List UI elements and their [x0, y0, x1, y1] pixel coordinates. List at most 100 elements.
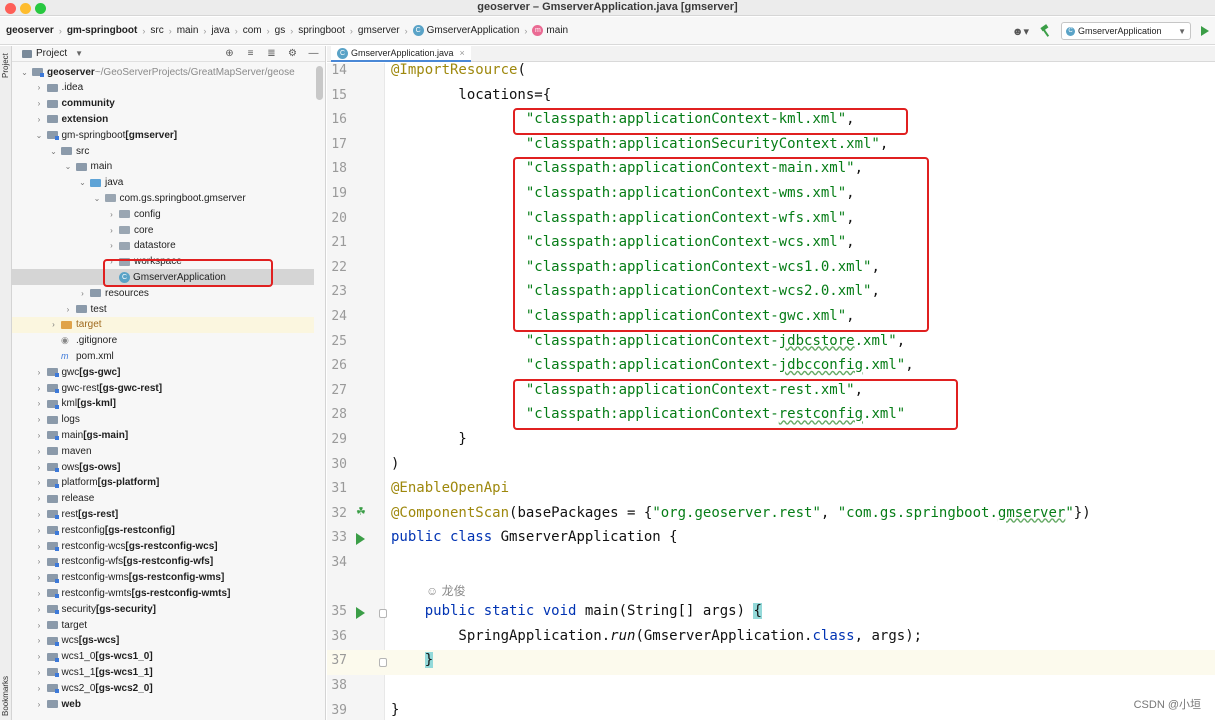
spring-bean-icon[interactable]: ☘ — [356, 506, 370, 518]
chevron-right-icon[interactable]: › — [35, 510, 44, 519]
fold-icon[interactable] — [379, 609, 387, 619]
chevron-right-icon[interactable]: › — [35, 99, 44, 108]
chevron-right-icon[interactable]: › — [35, 668, 44, 677]
tree-item-target[interactable]: › target — [12, 316, 314, 333]
tree-item-datastore[interactable]: › datastore — [12, 238, 314, 254]
chevron-right-icon[interactable]: › — [107, 210, 116, 219]
chevron-right-icon[interactable]: › — [107, 226, 116, 235]
chevron-right-icon[interactable]: › — [35, 115, 44, 124]
tree-item-gm-springboot[interactable]: ⌄ gm-springboot [gmserver] — [12, 127, 314, 143]
tree-item-release[interactable]: › release — [12, 491, 314, 507]
tree-item-config[interactable]: › config — [12, 206, 314, 222]
hide-panel-icon[interactable]: — — [308, 48, 319, 59]
breadcrumb-item[interactable]: gs — [275, 25, 286, 36]
chevron-right-icon[interactable]: › — [35, 384, 44, 393]
chevron-down-icon[interactable]: ⌄ — [93, 194, 102, 203]
code-line[interactable]: 37 } — [327, 650, 1215, 676]
chevron-right-icon[interactable]: › — [35, 700, 44, 709]
code-line[interactable]: 35 public static void main(String[] args… — [327, 601, 1215, 626]
chevron-right-icon[interactable]: › — [35, 399, 44, 408]
code-line[interactable]: 29 } — [327, 429, 1215, 454]
chevron-down-icon[interactable]: ⌄ — [49, 147, 58, 156]
chevron-down-icon[interactable]: ⌄ — [20, 68, 29, 77]
tree-item-restconfig[interactable]: › restconfig [gs-restconfig] — [12, 522, 314, 538]
tree-item-com-gs-springboot-gmserver[interactable]: ⌄ com.gs.springboot.gmserver — [12, 190, 314, 206]
close-icon[interactable]: × — [460, 48, 465, 58]
breadcrumb-item[interactable]: java — [211, 25, 229, 36]
tree-item-gwc-rest[interactable]: › gwc-rest [gs-gwc-rest] — [12, 380, 314, 396]
chevron-right-icon[interactable]: › — [35, 463, 44, 472]
project-tool-window-tab[interactable]: Project — [1, 53, 10, 78]
tree-item--gitignore[interactable]: ◉ .gitignore — [12, 333, 314, 349]
code-line[interactable]: 34 — [327, 552, 1215, 577]
breadcrumb-item[interactable]: geoserver — [6, 25, 54, 36]
chevron-right-icon[interactable]: › — [35, 447, 44, 456]
tree-item-restconfig-wmts[interactable]: › restconfig-wmts [gs-restconfig-wmts] — [12, 585, 314, 601]
breadcrumb-item[interactable]: m main — [532, 25, 568, 36]
chevron-right-icon[interactable]: › — [35, 557, 44, 566]
tree-item-src[interactable]: ⌄ src — [12, 143, 314, 159]
tree-item-wcs2-0[interactable]: › wcs2_0 [gs-wcs2_0] — [12, 680, 314, 696]
code-line[interactable]: 17 "classpath:applicationSecurityContext… — [327, 134, 1215, 159]
chevron-right-icon[interactable]: › — [35, 605, 44, 614]
run-gutter-icon[interactable] — [356, 607, 365, 620]
run-gutter-icon[interactable] — [356, 533, 365, 546]
chevron-down-icon[interactable]: ⌄ — [78, 178, 87, 187]
chevron-right-icon[interactable]: › — [35, 368, 44, 377]
chevron-right-icon[interactable]: › — [35, 415, 44, 424]
user-icon[interactable]: ☻▾ — [1012, 25, 1029, 38]
tree-item-core[interactable]: › core — [12, 222, 314, 238]
chevron-right-icon[interactable]: › — [107, 241, 116, 250]
code-line[interactable]: 39} — [327, 700, 1215, 720]
tree-item-resources[interactable]: › resources — [12, 285, 314, 301]
tree-item-maven[interactable]: › maven — [12, 443, 314, 459]
chevron-right-icon[interactable]: › — [35, 589, 44, 598]
chevron-down-icon[interactable]: ⌄ — [35, 131, 44, 140]
tree-item-gwc[interactable]: › gwc [gs-gwc] — [12, 364, 314, 380]
chevron-right-icon[interactable]: › — [35, 526, 44, 535]
tree-item-ows[interactable]: › ows [gs-ows] — [12, 459, 314, 475]
chevron-right-icon[interactable]: › — [35, 83, 44, 92]
tree-item-web[interactable]: › web — [12, 696, 314, 712]
tree-item-wcs1-1[interactable]: › wcs1_1 [gs-wcs1_1] — [12, 664, 314, 680]
chevron-down-icon[interactable]: ⌄ — [64, 162, 73, 171]
code-line[interactable]: 30) — [327, 454, 1215, 479]
code-line[interactable]: 14 @ImportResource( — [327, 60, 1215, 85]
code-line[interactable]: 25 "classpath:applicationContext-jdbcsto… — [327, 331, 1215, 356]
tree-item-security[interactable]: › security [gs-security] — [12, 601, 314, 617]
tree-item-java[interactable]: ⌄ java — [12, 175, 314, 191]
project-panel-title[interactable]: Project — [36, 48, 67, 59]
breadcrumb-item[interactable]: gm-springboot — [67, 25, 138, 36]
code-line[interactable]: 33 public class GmserverApplication { — [327, 527, 1215, 552]
tree-scrollbar[interactable] — [316, 66, 323, 100]
code-line[interactable]: 36 SpringApplication.run(GmserverApplica… — [327, 626, 1215, 651]
collapse-all-icon[interactable]: ≣ — [266, 48, 277, 59]
chevron-right-icon[interactable]: › — [64, 305, 73, 314]
breadcrumb-item[interactable]: main — [177, 25, 199, 36]
bookmarks-tool-window-tab[interactable]: Bookmarks — [1, 676, 10, 716]
tree-item-extension[interactable]: › extension — [12, 111, 314, 127]
breadcrumb-item[interactable]: src — [150, 25, 163, 36]
tree-item-target[interactable]: › target — [12, 617, 314, 633]
tree-item--idea[interactable]: › .idea — [12, 80, 314, 96]
tree-item-restconfig-wcs[interactable]: › restconfig-wcs [gs-restconfig-wcs] — [12, 538, 314, 554]
run-configuration-select[interactable]: C GmserverApplication ▼ — [1061, 22, 1191, 40]
locate-icon[interactable]: ⊕ — [224, 48, 235, 59]
gear-icon[interactable]: ⚙ — [287, 48, 298, 59]
chevron-right-icon[interactable]: › — [35, 431, 44, 440]
chevron-right-icon[interactable]: › — [35, 684, 44, 693]
chevron-right-icon[interactable]: › — [35, 478, 44, 487]
tree-item-kml[interactable]: › kml [gs-kml] — [12, 396, 314, 412]
chevron-right-icon[interactable]: › — [49, 320, 58, 329]
tree-item-wcs[interactable]: › wcs [gs-wcs] — [12, 633, 314, 649]
tree-item-main[interactable]: › main [gs-main] — [12, 427, 314, 443]
tree-item-rest[interactable]: › rest [gs-rest] — [12, 506, 314, 522]
tree-item-community[interactable]: › community — [12, 96, 314, 112]
breadcrumb-item[interactable]: C GmserverApplication — [412, 25, 519, 36]
hammer-icon[interactable] — [1039, 24, 1053, 38]
tree-item-platform[interactable]: › platform [gs-platform] — [12, 475, 314, 491]
breadcrumb-item[interactable]: com — [243, 25, 262, 36]
code-line[interactable]: 26 "classpath:applicationContext-jdbccon… — [327, 355, 1215, 380]
run-icon[interactable] — [1201, 26, 1209, 36]
chevron-right-icon[interactable]: › — [35, 652, 44, 661]
